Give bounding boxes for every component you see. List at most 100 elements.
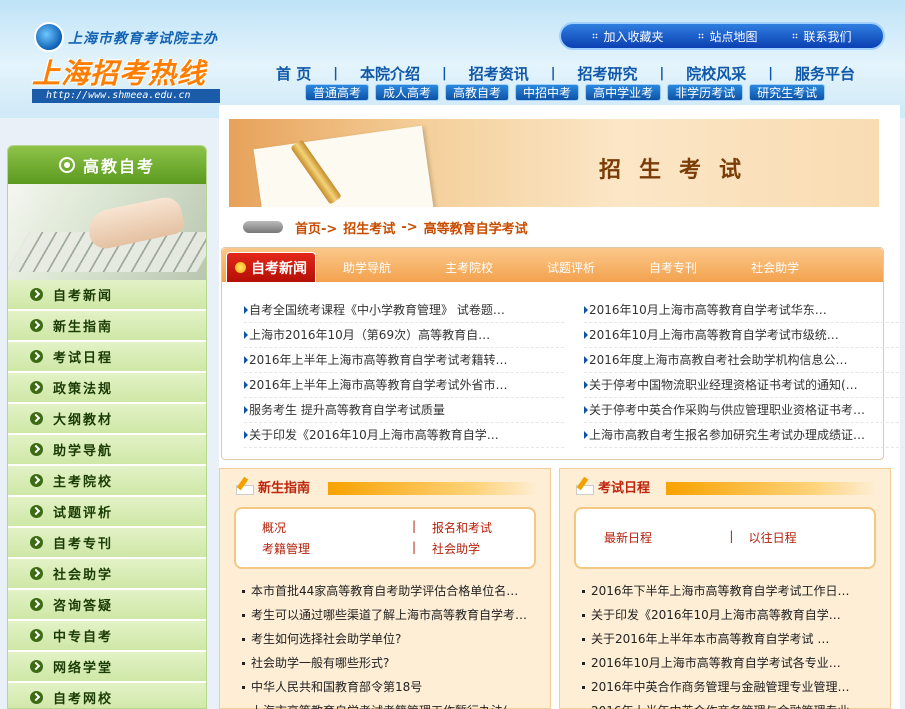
tab-schools[interactable]: 主考院校 — [418, 252, 520, 282]
subnav-graduate[interactable]: 研究生考试 — [749, 84, 826, 101]
news-item[interactable]: 关于印发《2016年10月上海市高等教育自学… — [244, 423, 564, 448]
news-item[interactable]: 2016年上半年上海市高等教育自学考试外省市… — [244, 373, 564, 398]
list-item[interactable]: 本市首批44家高等教育自考助学评估合格单位名… — [242, 579, 537, 603]
list-item[interactable]: 2016年中英合作商务管理与金融管理专业管理… — [582, 675, 877, 699]
news-item[interactable]: 关于停考中国物流职业经理资格证书考试的通知(… — [584, 373, 904, 398]
news-title: 2016年上半年上海市高等教育自学考试考籍转… — [249, 353, 508, 367]
news-item[interactable]: 服务考生 提升高等教育自学考试质量 — [244, 398, 564, 423]
arrow-right-icon — [30, 536, 43, 549]
sitemap-link[interactable]: 站点地图 — [698, 28, 758, 45]
sidebar-item-social-aid[interactable]: 社会助学 — [8, 559, 206, 590]
sidebar-item-label: 主考院校 — [53, 475, 114, 490]
sidebar-item-policy[interactable]: 政策法规 — [8, 373, 206, 404]
sidebar-item-news[interactable]: 自考新闻 — [8, 280, 206, 311]
list-item[interactable]: 考生如何选择社会助学单位? — [242, 627, 537, 651]
sidebar-item-label: 自考新闻 — [53, 289, 114, 304]
nav-about[interactable]: 本院介绍 — [346, 63, 434, 84]
triangle-icon — [244, 306, 248, 314]
news-item[interactable]: 自考全国统考课程《中小学教育管理》 试卷题… — [244, 298, 564, 323]
sidebar-item-guide[interactable]: 新生指南 — [8, 311, 206, 342]
guide-link-social-aid[interactable]: 社会助学 — [432, 540, 552, 557]
tab-self-study-news[interactable]: 自考新闻 — [226, 252, 316, 282]
nav-home[interactable]: 首 页 — [262, 63, 325, 84]
sidebar-item-online-school[interactable]: 自考网校 — [8, 683, 206, 708]
schedule-link-latest[interactable]: 最新日程 — [604, 529, 729, 546]
news-title: 关于停考中英合作采购与供应管理职业资格证书考… — [589, 403, 866, 417]
pencil-icon — [574, 477, 594, 495]
schedule-link-past[interactable]: 以往日程 — [749, 529, 874, 546]
sidebar-item-online-class[interactable]: 网络学堂 — [8, 652, 206, 683]
breadcrumb-current[interactable]: 高等教育自学考试 — [424, 218, 528, 237]
site-header: 上海市教育考试院主办 上海招考热线 http://www.shmeea.edu.… — [0, 0, 905, 118]
news-item[interactable]: 上海市2016年10月（第69次）高等教育自… — [244, 323, 564, 348]
news-item[interactable]: 2016年上半年上海市高等教育自学考试考籍转… — [244, 348, 564, 373]
sidebar-item-label: 咨询答疑 — [53, 599, 114, 614]
triangle-icon — [244, 331, 248, 339]
sidebar-item-label: 政策法规 — [53, 382, 114, 397]
news-title: 2016年上半年上海市高等教育自学考试外省市… — [249, 378, 508, 392]
subnav-gaokao[interactable]: 普通高考 — [305, 84, 370, 101]
subnav-self-study[interactable]: 高教自考 — [445, 84, 510, 101]
add-favorites-link[interactable]: 加入收藏夹 — [592, 28, 664, 45]
tab-journal[interactable]: 自考专刊 — [622, 252, 724, 282]
list-item[interactable]: 2016年10月上海市高等教育自学考试各专业… — [582, 651, 877, 675]
news-item[interactable]: 2016年10月上海市高等教育自学考试华东… — [584, 298, 904, 323]
subnav-zhongkao[interactable]: 中招中考 — [515, 84, 580, 101]
bullet-icon — [242, 685, 245, 689]
tab-study-nav[interactable]: 助学导航 — [316, 252, 418, 282]
bullet-icon — [582, 589, 585, 593]
list-item-text: 考生可以通过哪些渠道了解上海市高等教育自学考… — [251, 608, 528, 622]
list-item[interactable]: 考生可以通过哪些渠道了解上海市高等教育自学考… — [242, 603, 537, 627]
news-item[interactable]: 2016年度上海市高教自考社会助学机构信息公… — [584, 348, 904, 373]
nav-services[interactable]: 服务平台 — [781, 63, 869, 84]
news-title: 关于停考中国物流职业经理资格证书考试的通知(… — [589, 378, 858, 392]
news-tabs: 自考新闻 助学导航 主考院校 试题评析 自考专刊 社会助学 — [222, 248, 883, 282]
subnav-non-degree[interactable]: 非学历考试 — [667, 84, 744, 101]
arrow-right-icon — [30, 691, 43, 704]
list-item[interactable]: 2016年上半年中英合作商务管理与金融管理专业… — [582, 699, 877, 709]
sidebar-item-syllabus[interactable]: 大纲教材 — [8, 404, 206, 435]
nav-research[interactable]: 招考研究 — [564, 63, 652, 84]
sidebar-item-faq[interactable]: 咨询答疑 — [8, 590, 206, 621]
logo-url: http://www.shmeea.edu.cn — [32, 89, 220, 103]
news-item[interactable]: 2016年10月上海市高等教育自学考试市级统… — [584, 323, 904, 348]
nav-news[interactable]: 招考资讯 — [455, 63, 543, 84]
nav-schools[interactable]: 院校风采 — [672, 63, 760, 84]
breadcrumb-home[interactable]: 首页-> — [295, 218, 337, 237]
bullet-icon — [582, 685, 585, 689]
news-item[interactable]: 关于停考中英合作采购与供应管理职业资格证书考… — [584, 398, 904, 423]
list-item[interactable]: 关于2016年上半年本市高等教育自学考试 … — [582, 627, 877, 651]
list-item[interactable]: 关于印发《2016年10月上海市高等教育自学… — [582, 603, 877, 627]
sitemap-label: 站点地图 — [709, 29, 758, 44]
sidebar-item-study-nav[interactable]: 助学导航 — [8, 435, 206, 466]
guide-link-registration[interactable]: 报名和考试 — [432, 519, 552, 536]
list-item[interactable]: 2016年下半年上海市高等教育自学考试工作日… — [582, 579, 877, 603]
breadcrumb-section[interactable]: 招生考试 — [343, 218, 395, 237]
sidebar-title: 高教自考 — [8, 146, 206, 184]
list-item-text: 关于印发《2016年10月上海市高等教育自学… — [591, 608, 841, 622]
guide-link-records[interactable]: 考籍管理 — [262, 540, 412, 557]
subnav-adult-exam[interactable]: 成人高考 — [375, 84, 440, 101]
logo-subtitle: 上海市教育考试院主办 — [68, 31, 218, 47]
sidebar-item-journal[interactable]: 自考专刊 — [8, 528, 206, 559]
contact-us-link[interactable]: 联系我们 — [792, 28, 852, 45]
news-item[interactable]: 上海市高教自考生报名参加研究生考试办理成绩证… — [584, 423, 904, 448]
sidebar-item-label: 试题评析 — [53, 506, 114, 521]
tab-exam-review[interactable]: 试题评析 — [520, 252, 622, 282]
list-item[interactable]: 上海市高等教育自学考试考籍管理工作暂行办法(… — [242, 699, 537, 709]
subnav-high-school-exam[interactable]: 高中学业考 — [585, 84, 662, 101]
list-item[interactable]: 中华人民共和国教育部令第18号 — [242, 675, 537, 699]
guide-link-overview[interactable]: 概况 — [262, 519, 412, 536]
list-item[interactable]: 社会助学一般有哪些形式? — [242, 651, 537, 675]
arrow-right-icon — [30, 443, 43, 456]
sidebar-item-vocational[interactable]: 中专自考 — [8, 621, 206, 652]
bullet-icon — [582, 661, 585, 665]
site-logo[interactable]: 上海市教育考试院主办 上海招考热线 http://www.shmeea.edu.… — [30, 22, 225, 106]
sidebar-item-schools[interactable]: 主考院校 — [8, 466, 206, 497]
news-title: 上海市2016年10月（第69次）高等教育自… — [249, 328, 491, 342]
tab-social-aid[interactable]: 社会助学 — [724, 252, 826, 282]
sidebar-item-schedule[interactable]: 考试日程 — [8, 342, 206, 373]
sidebar-item-exam-review[interactable]: 试题评析 — [8, 497, 206, 528]
arrow-right-icon — [30, 598, 43, 611]
arrow-right-icon — [30, 505, 43, 518]
